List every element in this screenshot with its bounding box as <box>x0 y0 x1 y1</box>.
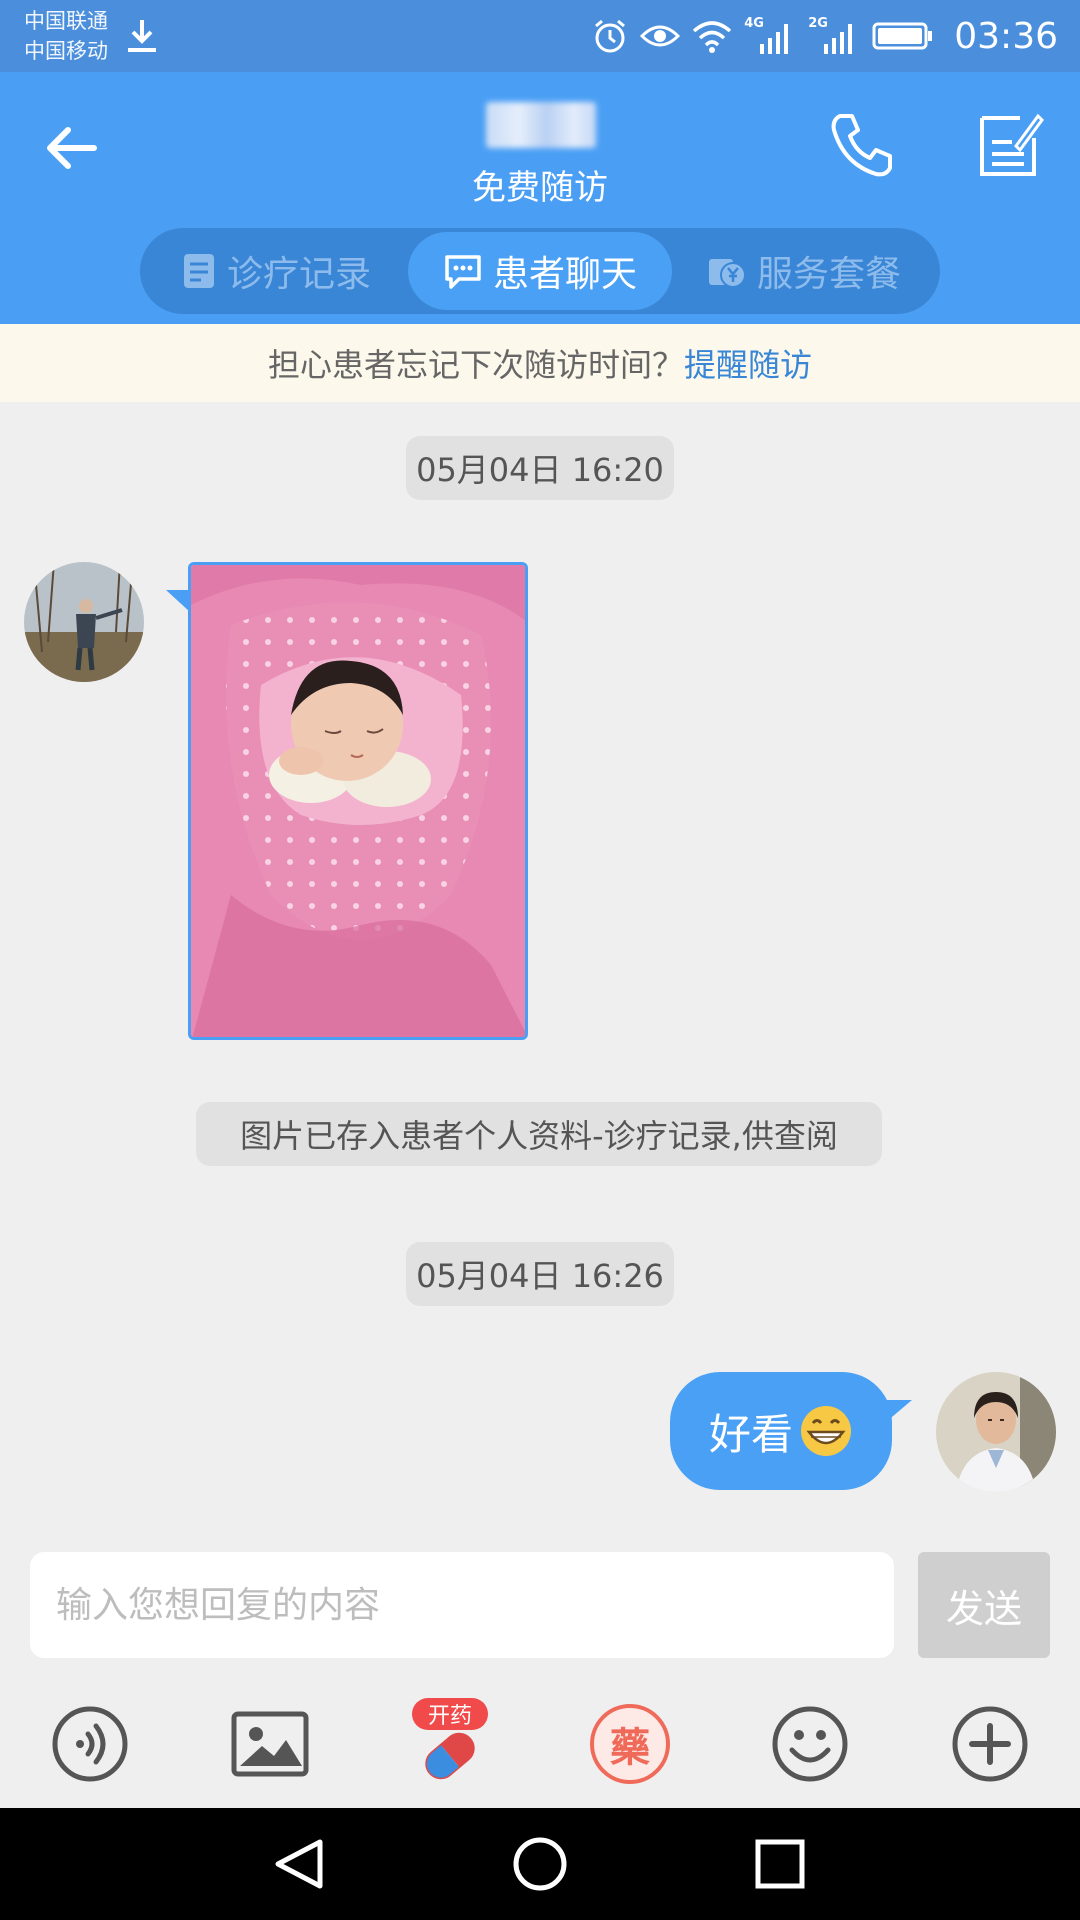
chat-toolbar: 开药 藥 <box>0 1680 1080 1808</box>
medicine-glyph: 藥 <box>610 1725 650 1771</box>
battery-icon <box>872 22 933 50</box>
status-bar: 中国联通 中国移动 4G 2G 03:36 <box>0 0 1080 72</box>
send-button[interactable]: 发送 <box>918 1552 1050 1658</box>
emoji-icon[interactable] <box>770 1704 850 1784</box>
reply-input[interactable] <box>30 1552 894 1658</box>
prescribe-badge: 开药 <box>412 1698 488 1730</box>
nav-home-icon[interactable] <box>510 1836 570 1892</box>
baby-photo <box>191 565 525 1037</box>
prescribe-button[interactable]: 开药 <box>410 1698 490 1784</box>
voice-icon[interactable] <box>50 1704 130 1784</box>
doctor-avatar[interactable] <box>936 1372 1056 1492</box>
wifi-icon <box>693 21 732 53</box>
phone-icon[interactable] <box>826 108 898 180</box>
page-subtitle: 免费随访 <box>472 168 608 208</box>
banner-text: 担心患者忘记下次随访时间？ <box>267 346 684 384</box>
download-icon <box>128 20 156 52</box>
tab-patient-chat[interactable]: 患者聊天 <box>408 232 672 310</box>
clock: 03:36 <box>954 15 1058 57</box>
notebook-icon <box>183 254 214 288</box>
carrier-1: 中国联通 <box>24 9 108 33</box>
signal-bars-icon <box>824 24 853 54</box>
carrier-names: 中国联通 中国移动 <box>24 6 108 66</box>
patient-avatar-image <box>24 562 144 682</box>
plus-more-icon[interactable] <box>950 1704 1030 1784</box>
followup-reminder-banner: 担心患者忘记下次随访时间？ 提醒随访 <box>0 324 1080 402</box>
tab-label: 患者聊天 <box>492 254 637 295</box>
timestamp: 05月04日 16:26 <box>406 1242 674 1306</box>
chat-bubble-icon <box>445 255 481 289</box>
alarm-icon <box>595 19 626 53</box>
grinning-face-emoji <box>801 1406 851 1456</box>
tab-service-packages[interactable]: 服务套餐 <box>676 232 932 310</box>
tab-label: 服务套餐 <box>756 254 901 295</box>
yuan-package-icon <box>708 259 746 288</box>
bubble-tail <box>886 1400 912 1422</box>
tab-label: 诊疗记录 <box>226 254 371 295</box>
signal-4g: 4G <box>744 16 796 56</box>
nav-recents-icon[interactable] <box>750 1836 810 1892</box>
doctor-avatar-image <box>936 1372 1056 1492</box>
carrier-2: 中国移动 <box>24 39 108 63</box>
patient-avatar[interactable] <box>24 562 144 682</box>
tab-medical-records[interactable]: 诊疗记录 <box>148 232 404 310</box>
bubble-tail <box>166 590 190 612</box>
image-picker-icon[interactable] <box>230 1704 310 1784</box>
chat-header: 免费随访 诊疗记录 患者聊天 服务套餐 <box>0 72 1080 324</box>
edit-note-icon[interactable] <box>976 108 1044 180</box>
signal-2g: 2G <box>808 16 860 56</box>
image-message[interactable] <box>188 562 528 1040</box>
eye-icon <box>640 25 681 47</box>
system-navigation-bar <box>0 1808 1080 1920</box>
remind-followup-link[interactable]: 提醒随访 <box>684 340 812 386</box>
timestamp: 05月04日 16:20 <box>406 436 674 500</box>
nav-back-icon[interactable] <box>270 1836 330 1892</box>
message-text: 好看 <box>708 1409 793 1459</box>
status-icons: 4G 2G 03:36 <box>592 12 1058 60</box>
image-saved-notice: 图片已存入患者个人资料-诊疗记录,供查阅 <box>196 1102 882 1166</box>
tab-bar: 诊疗记录 患者聊天 服务套餐 <box>140 228 940 314</box>
patient-name-blurred <box>486 102 596 148</box>
signal-bars-icon <box>760 24 789 54</box>
doctor-message-bubble[interactable]: 好看 <box>670 1372 892 1490</box>
medicine-button[interactable]: 藥 <box>590 1704 670 1784</box>
